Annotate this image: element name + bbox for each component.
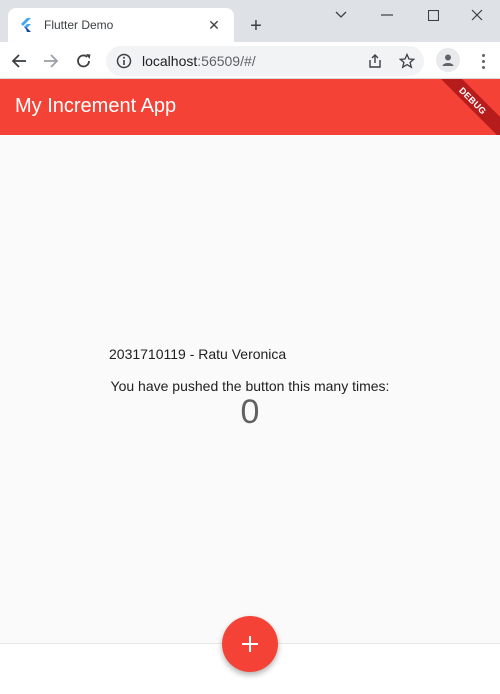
reload-icon[interactable] — [71, 48, 97, 74]
url-path: :56509/#/ — [197, 53, 256, 69]
address-bar[interactable]: localhost:56509/#/ — [106, 46, 424, 76]
url-host: localhost — [142, 53, 198, 69]
app-bar: My Increment App DEBUG — [0, 79, 500, 135]
arrow-left-icon[interactable] — [6, 48, 32, 74]
chevron-down-icon[interactable] — [318, 0, 364, 30]
plus-icon — [242, 636, 258, 652]
person-icon[interactable] — [436, 48, 460, 72]
browser-tab[interactable]: Flutter Demo ✕ — [8, 8, 234, 42]
share-icon[interactable] — [366, 52, 384, 70]
url-text: localhost:56509/#/ — [142, 53, 256, 69]
info-icon[interactable] — [116, 53, 132, 69]
increment-fab-button[interactable] — [222, 616, 278, 672]
tab-close-icon[interactable]: ✕ — [204, 15, 224, 35]
browser-tab-strip: Flutter Demo ✕ + — [0, 0, 500, 42]
minimize-icon[interactable] — [364, 0, 410, 30]
student-label: 2031710119 - Ratu Veronica — [109, 346, 287, 362]
app-body: 2031710119 - Ratu Veronica You have push… — [0, 135, 500, 643]
maximize-icon[interactable] — [410, 0, 456, 30]
flutter-logo-icon — [18, 17, 34, 33]
new-tab-button[interactable]: + — [243, 13, 269, 39]
close-window-icon[interactable] — [454, 0, 500, 30]
more-vertical-icon[interactable] — [474, 50, 492, 72]
app-title: My Increment App — [15, 95, 177, 117]
browser-toolbar: localhost:56509/#/ — [0, 42, 500, 79]
star-icon[interactable] — [398, 52, 416, 70]
pushed-message: You have pushed the button this many tim… — [110, 378, 390, 394]
debug-banner: DEBUG — [428, 79, 500, 135]
counter-value: 0 — [240, 393, 260, 431]
arrow-right-icon[interactable] — [38, 48, 64, 74]
tab-title: Flutter Demo — [44, 18, 114, 32]
